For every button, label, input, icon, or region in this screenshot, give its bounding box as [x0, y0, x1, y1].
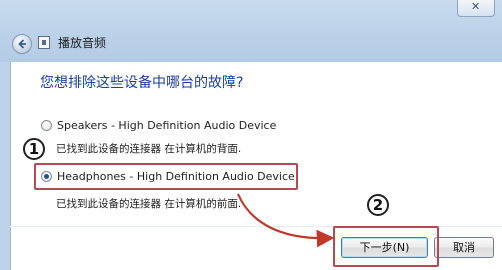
annotation-arrow: [236, 193, 335, 248]
